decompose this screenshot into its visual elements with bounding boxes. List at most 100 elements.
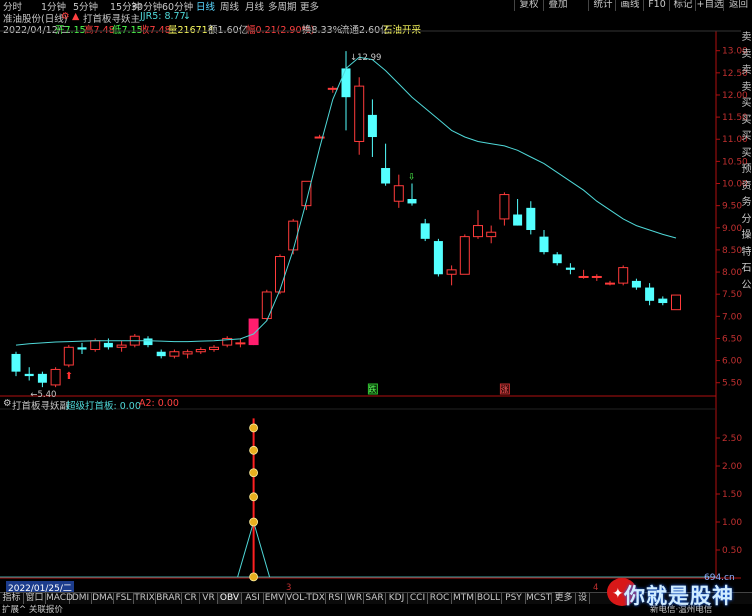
- lower-indicator-panel: 0.501.001.502.002.503 4: [0, 418, 742, 593]
- candle-body: [631, 280, 641, 288]
- candle-body: [367, 114, 377, 138]
- coin-icon: [249, 492, 259, 502]
- die-badge-label: 跌: [368, 384, 376, 394]
- candle-body: [63, 346, 74, 366]
- candle-body: [381, 168, 391, 184]
- candle-body: [526, 207, 536, 230]
- y-tick-label: 7.00: [722, 312, 742, 322]
- sidebar-char[interactable]: 买: [741, 147, 752, 160]
- candle-body: [552, 254, 562, 264]
- candle-body: [195, 349, 206, 353]
- candle-series: [11, 51, 681, 388]
- bottom-left-links[interactable]: 扩展^ 关联报价: [2, 603, 63, 615]
- candle-body: [407, 199, 417, 204]
- candle-body: [11, 353, 21, 372]
- lower-label-1: 超级打首板: 0.00: [66, 401, 141, 412]
- candle-body: [618, 267, 629, 284]
- candle-body: [605, 282, 615, 285]
- candle-body: [103, 342, 113, 348]
- candle-body: [591, 275, 602, 278]
- sidebar-char[interactable]: 石: [741, 262, 752, 275]
- candle-body: [116, 344, 127, 348]
- y-tick-label: 8.00: [722, 268, 742, 278]
- signal-arrow-icon: ⇩: [408, 173, 416, 183]
- candle-body: [169, 351, 180, 357]
- sidebar-char[interactable]: 分: [741, 213, 752, 226]
- watermark-logo: ✦ 你就是股神 694.cn: [600, 568, 752, 613]
- sidebar-char[interactable]: 卖: [741, 64, 752, 77]
- y-tick-label: 8.50: [722, 246, 742, 256]
- sidebar-char[interactable]: 特: [741, 246, 752, 259]
- lower-label-2: A2: 0.00: [139, 398, 179, 409]
- sidebar-char[interactable]: 公: [741, 279, 752, 292]
- y-tick-label: 5.50: [722, 379, 742, 389]
- right-sidebar[interactable]: 卖卖卖卖买买买买预资务分操特石公: [741, 31, 752, 299]
- kline-chart[interactable]: 5.506.006.507.007.508.008.509.009.5010.0…: [0, 0, 752, 613]
- candle-body: [156, 351, 166, 357]
- lower-y-tick-label: 2.50: [722, 434, 742, 444]
- candle-body: [182, 351, 193, 355]
- y-tick-label: 6.00: [722, 357, 742, 367]
- candle-body: [499, 194, 510, 220]
- y-tick-label: 6.50: [722, 334, 742, 344]
- candle-body: [288, 220, 299, 251]
- candle-body: [354, 85, 365, 142]
- coin-icon: [249, 423, 259, 433]
- candle-body: [24, 373, 34, 377]
- candle-body: [486, 231, 497, 238]
- chart-annotations: ↓12.99←5.40⬆⇩跌涨: [30, 53, 510, 400]
- buy-arrow-icon: ⬆: [65, 371, 73, 382]
- candle-body: [393, 185, 404, 202]
- candle-body: [275, 256, 285, 293]
- sidebar-char[interactable]: 卖: [741, 81, 752, 94]
- candle-body: [645, 287, 655, 301]
- candle-body: [578, 275, 589, 278]
- sidebar-char[interactable]: 资: [741, 180, 752, 193]
- candle-body: [77, 347, 87, 350]
- lower-y-tick-label: 2.00: [722, 462, 742, 472]
- lower-settings-icon[interactable]: ⚙: [3, 398, 12, 409]
- candle-body: [658, 298, 668, 304]
- candle-body: [90, 340, 101, 351]
- sidebar-char[interactable]: 买: [741, 97, 752, 110]
- coin-icon: [249, 517, 259, 527]
- candle-body: [235, 342, 246, 345]
- coin-icon: [249, 445, 259, 455]
- watermark-site: 694.cn: [704, 573, 735, 583]
- candle-body: [248, 318, 259, 346]
- sidebar-char[interactable]: 卖: [741, 31, 752, 44]
- coin-icon: [249, 468, 259, 478]
- candle-body: [459, 236, 470, 275]
- lower-panel-title[interactable]: 打首板寻妖副: [12, 398, 69, 412]
- candle-body: [513, 214, 523, 226]
- candle-body: [671, 294, 681, 311]
- candle-body: [420, 223, 430, 239]
- candle-body: [433, 241, 443, 275]
- candle-body: [37, 373, 47, 383]
- sidebar-char[interactable]: 预: [741, 163, 752, 176]
- candle-body: [539, 236, 549, 253]
- y-tick-label: 9.50: [722, 202, 742, 212]
- watermark-text: 你就是股神: [624, 584, 734, 608]
- lower-y-tick-label: 1.00: [722, 518, 742, 528]
- high-price-label: ↓12.99: [350, 53, 381, 63]
- candle-body: [473, 225, 483, 238]
- sidebar-char[interactable]: 卖: [741, 48, 752, 61]
- sidebar-char[interactable]: 买: [741, 114, 752, 127]
- candle-body: [143, 338, 153, 346]
- sidebar-char[interactable]: 买: [741, 130, 752, 143]
- sidebar-char[interactable]: 务: [741, 196, 752, 209]
- y-tick-label: 7.50: [722, 290, 742, 300]
- svg-text:✦: ✦: [612, 586, 624, 602]
- y-tick-label: 9.00: [722, 224, 742, 234]
- chart-grid: [0, 30, 741, 579]
- candle-body: [209, 346, 219, 351]
- coin-icon: [249, 572, 259, 582]
- lower-y-tick-label: 0.50: [722, 546, 742, 556]
- candle-body: [50, 368, 61, 386]
- candle-body: [327, 87, 338, 90]
- sidebar-char[interactable]: 操: [741, 229, 752, 242]
- candle-body: [565, 267, 575, 270]
- lower-y-tick-label: 1.50: [722, 490, 742, 500]
- candle-body: [446, 269, 457, 275]
